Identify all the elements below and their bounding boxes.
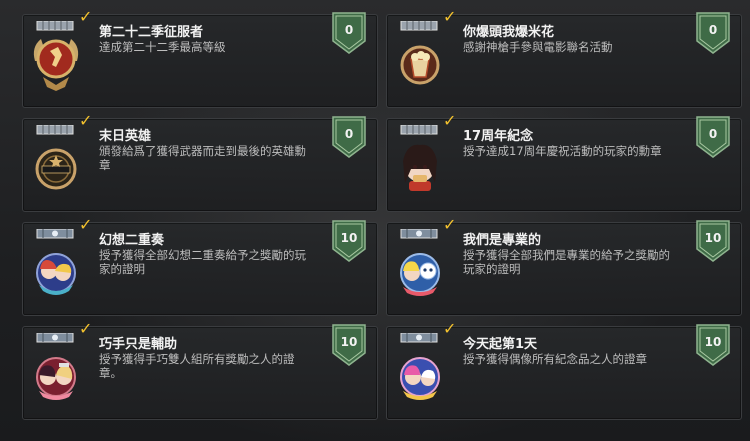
points-value: 0 [344, 23, 354, 37]
achievement-card[interactable]: ✓ 17周年紀念 授予達成17周年慶祝活動的玩家的勳章 0 [386, 113, 742, 212]
skilled-hands-medal-icon [36, 333, 76, 400]
achievement-title: 巧手只是輔助 [99, 337, 178, 352]
points-value: 0 [708, 127, 718, 141]
fantasy-duet-medal-icon [36, 229, 76, 295]
points-value: 10 [340, 335, 358, 349]
achievement-title: 幻想二重奏 [99, 233, 165, 248]
achievement-description: 授予獲得全部我們是專業的給予之獎勵的玩家的證明 [463, 248, 670, 276]
achievement-description: 頒發給爲了獲得武器而走到最後的英雄勳章 [99, 144, 306, 172]
achievement-card[interactable]: ✓ 我們是專業的 授予獲得全部我們是專業的給予之獎勵的玩家的證明 10 [386, 217, 742, 316]
achievement-description: 授予獲得手巧雙人組所有獎勵之人的證章。 [99, 352, 295, 380]
points-shield-icon: 10 [331, 323, 367, 367]
conqueror-medal-icon [33, 21, 79, 91]
achievement-card[interactable]: ✓ 巧手只是輔助 授予獲得手巧雙人組所有獎勵之人的證章。 10 [22, 321, 378, 420]
achievement-card[interactable]: ✓ 你爆頭我爆米花 感謝神槍手參與電影聯名活動 0 [386, 9, 742, 108]
achievement-card[interactable]: ✓ 末日英雄 頒發給爲了獲得武器而走到最後的英雄勳章 0 [22, 113, 378, 212]
checkmark-icon: ✓ [443, 319, 457, 338]
points-value: 0 [708, 23, 718, 37]
checkmark-icon: ✓ [443, 7, 457, 26]
achievement-title: 我們是專業的 [463, 233, 542, 248]
achievement-description: 授予獲得全部幻想二重奏給予之獎勵的玩家的證明 [99, 248, 306, 276]
points-value: 0 [344, 127, 354, 141]
professional-medal-icon [400, 229, 440, 296]
achievement-card[interactable]: ✓ 幻想二重奏 授予獲得全部幻想二重奏給予之獎勵的玩家的證明 10 [22, 217, 378, 316]
checkmark-icon: ✓ [79, 111, 93, 130]
checkmark-icon: ✓ [443, 111, 457, 130]
points-shield-icon: 10 [331, 219, 367, 263]
points-value: 10 [704, 335, 722, 349]
achievement-title: 你爆頭我爆米花 [463, 25, 555, 40]
checkmark-icon: ✓ [443, 215, 457, 234]
achievement-description: 授予獲得偶像所有紀念品之人的證章 [463, 352, 647, 366]
points-value: 10 [704, 231, 722, 245]
points-shield-icon: 10 [695, 219, 731, 263]
idol-medal-icon [400, 333, 440, 400]
points-shield-icon: 0 [331, 11, 367, 55]
checkmark-icon: ✓ [79, 215, 93, 234]
achievement-title: 末日英雄 [99, 129, 152, 144]
points-shield-icon: 0 [695, 115, 731, 159]
achievement-card[interactable]: ✓ 第二十二季征服者 達成第二十二季最高等級 0 [22, 9, 378, 108]
achievement-title: 今天起第1天 [463, 337, 538, 352]
points-shield-icon: 10 [695, 323, 731, 367]
achievement-description: 授予達成17周年慶祝活動的玩家的勳章 [463, 144, 662, 158]
final-hero-medal-icon [35, 125, 77, 190]
points-shield-icon: 0 [695, 11, 731, 55]
achievement-card[interactable]: ✓ 今天起第1天 授予獲得偶像所有紀念品之人的證章 10 [386, 321, 742, 420]
achievement-description: 感謝神槍手參與電影聯名活動 [463, 40, 613, 54]
achievement-title: 第二十二季征服者 [99, 25, 204, 40]
achievement-grid: ✓ 第二十二季征服者 達成第二十二季最高等級 0 ✓ 你爆頭我爆米花 感謝神槍手… [0, 0, 750, 441]
checkmark-icon: ✓ [79, 7, 93, 26]
anniversary-medal-icon [400, 125, 438, 191]
achievement-title: 17周年紀念 [463, 129, 534, 144]
checkmark-icon: ✓ [79, 319, 93, 338]
points-shield-icon: 0 [331, 115, 367, 159]
achievement-description: 達成第二十二季最高等級 [99, 40, 226, 54]
points-value: 10 [340, 231, 358, 245]
popcorn-medal-icon [400, 21, 440, 85]
